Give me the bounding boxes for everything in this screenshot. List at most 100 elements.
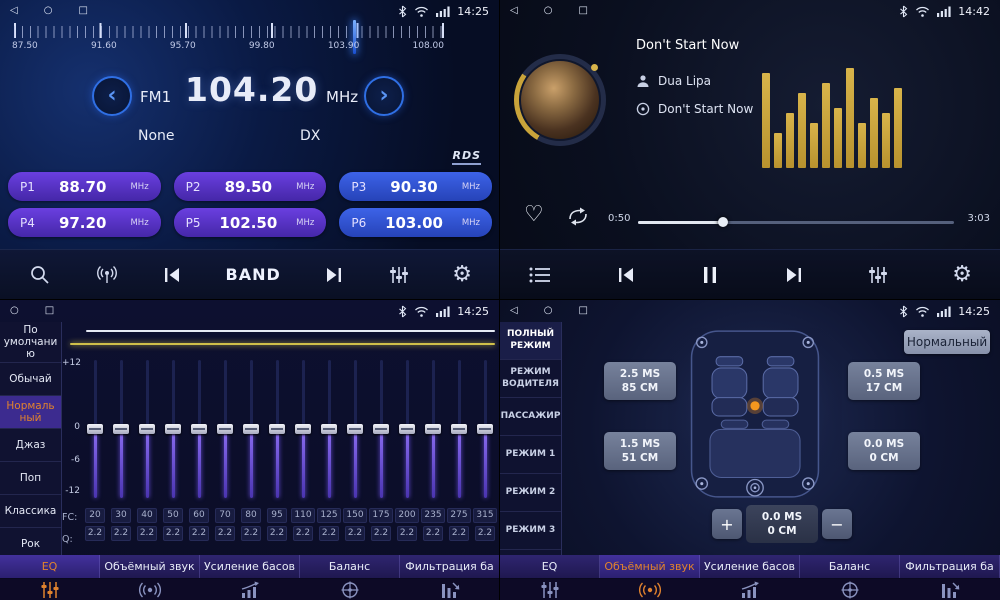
decrease-delay-button[interactable]: −: [822, 509, 852, 539]
radio-preset-button[interactable]: P2 89.50 MHz: [174, 172, 327, 201]
eq-band-slider[interactable]: [290, 356, 316, 502]
eq-band-slider[interactable]: [186, 356, 212, 502]
progress-bar[interactable]: [638, 221, 954, 224]
eq-slider-knob[interactable]: [269, 424, 285, 434]
eq-slider-knob[interactable]: [373, 424, 389, 434]
previous-button[interactable]: [615, 264, 637, 286]
nav-recents-icon[interactable]: □: [45, 300, 54, 322]
tab-item[interactable]: Фильтрация ба: [900, 555, 1000, 578]
eq-slider-knob[interactable]: [321, 424, 337, 434]
tab-item[interactable]: Усиление басов: [700, 555, 800, 578]
tab-icon-filter[interactable]: [900, 579, 1000, 600]
listening-mode-item[interactable]: РЕЖИМ 3: [500, 512, 561, 550]
tab-item[interactable]: Баланс: [300, 555, 400, 578]
eq-band-slider[interactable]: [420, 356, 446, 502]
seek-down-button[interactable]: ‹: [92, 76, 132, 116]
eq-preset-item[interactable]: Джаз: [0, 429, 61, 462]
eq-settings-button[interactable]: [867, 264, 889, 286]
eq-slider-knob[interactable]: [217, 424, 233, 434]
eq-band-slider[interactable]: [472, 356, 498, 502]
tab-icon-balance[interactable]: [800, 579, 900, 600]
eq-band-slider[interactable]: [160, 356, 186, 502]
next-button[interactable]: [783, 264, 805, 286]
eq-preset-item[interactable]: Классика: [0, 495, 61, 528]
eq-band-slider[interactable]: [264, 356, 290, 502]
eq-band-slider[interactable]: [316, 356, 342, 502]
eq-band-slider[interactable]: [368, 356, 394, 502]
eq-settings-button[interactable]: [388, 264, 410, 286]
tab-icon-surround[interactable]: [600, 579, 700, 600]
eq-band-slider[interactable]: [134, 356, 160, 502]
eq-preset-item[interactable]: Поп: [0, 462, 61, 495]
delay-rear-right[interactable]: 0.0 MS 0 CM: [848, 432, 920, 470]
eq-slider-knob[interactable]: [165, 424, 181, 434]
eq-slider-knob[interactable]: [191, 424, 207, 434]
progress-knob[interactable]: [718, 217, 728, 227]
listening-mode-item[interactable]: РЕЖИМ ВОДИТЕЛЯ: [500, 360, 561, 398]
delay-rear-left[interactable]: 1.5 MS 51 CM: [604, 432, 676, 470]
eq-band-slider[interactable]: [342, 356, 368, 502]
eq-band-slider[interactable]: [108, 356, 134, 502]
tab-icon-bass[interactable]: [200, 579, 300, 600]
eq-slider-knob[interactable]: [243, 424, 259, 434]
tab-item[interactable]: Баланс: [800, 555, 900, 578]
nav-recents-icon[interactable]: □: [78, 0, 87, 22]
eq-band-slider[interactable]: [212, 356, 238, 502]
nav-home-icon[interactable]: ○: [10, 300, 19, 322]
tab-item[interactable]: EQ: [500, 555, 600, 578]
radio-preset-button[interactable]: P4 97.20 MHz: [8, 208, 161, 237]
eq-slider-knob[interactable]: [113, 424, 129, 434]
eq-slider-knob[interactable]: [425, 424, 441, 434]
next-button[interactable]: [323, 264, 345, 286]
search-button[interactable]: [28, 263, 52, 287]
delay-front-right[interactable]: 0.5 MS 17 CM: [848, 362, 920, 400]
eq-band-slider[interactable]: [238, 356, 264, 502]
tab-icon-filter[interactable]: [400, 579, 500, 600]
broadcast-button[interactable]: [95, 263, 119, 287]
eq-slider-knob[interactable]: [295, 424, 311, 434]
favorite-button[interactable]: ♡: [524, 204, 544, 226]
tab-item[interactable]: Усиление басов: [200, 555, 300, 578]
playlist-button[interactable]: [528, 265, 552, 285]
settings-button[interactable]: ⚙: [452, 264, 472, 286]
nav-home-icon[interactable]: ○: [544, 0, 553, 22]
eq-preset-item[interactable]: Обычай: [0, 363, 61, 396]
radio-preset-button[interactable]: P1 88.70 MHz: [8, 172, 161, 201]
band-button[interactable]: BAND: [226, 265, 281, 284]
nav-back-icon[interactable]: ◁: [510, 300, 518, 322]
listening-mode-item[interactable]: РЕЖИМ 2: [500, 474, 561, 512]
tab-icon-eq[interactable]: [0, 579, 100, 600]
previous-button[interactable]: [161, 264, 183, 286]
eq-slider-knob[interactable]: [347, 424, 363, 434]
nav-home-icon[interactable]: ○: [544, 300, 553, 322]
repeat-button[interactable]: [566, 207, 590, 230]
eq-band-slider[interactable]: [446, 356, 472, 502]
listening-mode-item[interactable]: ПАССАЖИР: [500, 398, 561, 436]
nav-back-icon[interactable]: ◁: [10, 0, 18, 22]
radio-preset-button[interactable]: P6 103.00 MHz: [339, 208, 492, 237]
sound-profile-button[interactable]: Нормальный: [904, 330, 990, 354]
seek-up-button[interactable]: ›: [364, 76, 404, 116]
eq-band-slider[interactable]: [82, 356, 108, 502]
listening-mode-item[interactable]: РЕЖИМ 1: [500, 436, 561, 474]
tab-item[interactable]: Фильтрация ба: [400, 555, 500, 578]
tab-item[interactable]: Объёмный звук: [600, 555, 700, 578]
radio-preset-button[interactable]: P3 90.30 MHz: [339, 172, 492, 201]
nav-back-icon[interactable]: ◁: [510, 0, 518, 22]
eq-slider-knob[interactable]: [477, 424, 493, 434]
increase-delay-button[interactable]: +: [712, 509, 742, 539]
listening-point-dot[interactable]: [750, 401, 759, 410]
tab-item[interactable]: EQ: [0, 555, 100, 578]
eq-preset-item[interactable]: По умолчанию: [0, 322, 61, 363]
tab-item[interactable]: Объёмный звук: [100, 555, 200, 578]
settings-button[interactable]: ⚙: [952, 264, 972, 286]
nav-recents-icon[interactable]: □: [578, 300, 587, 322]
radio-preset-button[interactable]: P5 102.50 MHz: [174, 208, 327, 237]
tab-icon-balance[interactable]: [300, 579, 400, 600]
tab-icon-surround[interactable]: [100, 579, 200, 600]
eq-band-slider[interactable]: [394, 356, 420, 502]
eq-slider-knob[interactable]: [87, 424, 103, 434]
tab-icon-bass[interactable]: [700, 579, 800, 600]
delay-front-left[interactable]: 2.5 MS 85 CM: [604, 362, 676, 400]
listening-mode-item[interactable]: ПОЛНЫЙ РЕЖИМ: [500, 322, 561, 360]
